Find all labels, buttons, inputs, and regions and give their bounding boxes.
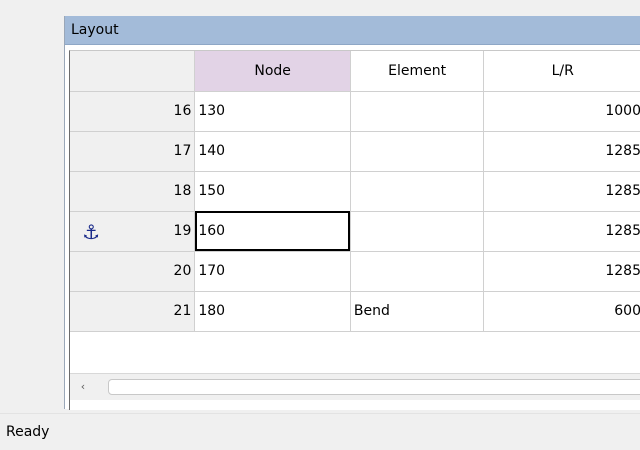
layout-grid[interactable]: Node Element L/R 16 130 1000 17 140 1285	[69, 50, 640, 410]
table-row: 18 150 1285	[70, 171, 640, 212]
cell-lr[interactable]: 600	[483, 291, 640, 332]
cell-lr[interactable]: 1285	[483, 171, 640, 212]
grid-table: Node Element L/R 16 130 1000 17 140 1285	[70, 51, 640, 332]
column-header-element[interactable]: Element	[350, 51, 485, 92]
panel-title: Layout	[65, 16, 640, 45]
table-row: 17 140 1285	[70, 131, 640, 172]
scrollbar-thumb[interactable]	[108, 379, 640, 395]
table-row: ⚓ 19 160 1285	[70, 211, 640, 252]
table-row: 20 170 1285	[70, 251, 640, 292]
row-header[interactable]: 18	[70, 171, 196, 212]
cell-node[interactable]: 150	[194, 171, 351, 212]
row-number: 19	[173, 223, 192, 239]
cell-node-selected[interactable]: 160	[194, 211, 351, 252]
cell-node[interactable]: 170	[194, 251, 351, 292]
cell-element[interactable]	[350, 171, 485, 212]
cell-element[interactable]	[350, 251, 485, 292]
cell-lr[interactable]: 1285	[483, 211, 640, 252]
column-header-node[interactable]: Node	[194, 51, 351, 92]
table-row: 16 130 1000	[70, 91, 640, 132]
row-header[interactable]: 17	[70, 131, 196, 172]
scroll-left-icon[interactable]: ‹	[70, 374, 96, 400]
row-header[interactable]: 21	[70, 291, 196, 332]
status-text: Ready	[6, 424, 50, 440]
row-header[interactable]: 20	[70, 251, 196, 292]
row-header[interactable]: 16	[70, 91, 196, 132]
cell-element[interactable]	[350, 91, 485, 132]
cell-element[interactable]: Bend	[350, 291, 485, 332]
column-header-lr[interactable]: L/R	[483, 51, 640, 92]
grid-corner[interactable]	[70, 51, 196, 92]
cell-lr[interactable]: 1000	[483, 91, 640, 132]
cell-element[interactable]	[350, 211, 485, 252]
cell-node[interactable]: 130	[194, 91, 351, 132]
status-bar: Ready	[0, 413, 640, 449]
cell-node[interactable]: 180	[194, 291, 351, 332]
cell-lr[interactable]: 1285	[483, 131, 640, 172]
cell-lr[interactable]: 1285	[483, 251, 640, 292]
cell-element[interactable]	[350, 131, 485, 172]
table-row: 21 180 Bend 600	[70, 291, 640, 332]
row-header[interactable]: ⚓ 19	[70, 211, 196, 252]
anchor-icon: ⚓	[82, 219, 100, 244]
cell-node[interactable]: 140	[194, 131, 351, 172]
layout-panel: Layout Node Element L/R 16 130 1000 17 1…	[64, 16, 640, 410]
horizontal-scrollbar[interactable]: ‹	[70, 373, 640, 400]
